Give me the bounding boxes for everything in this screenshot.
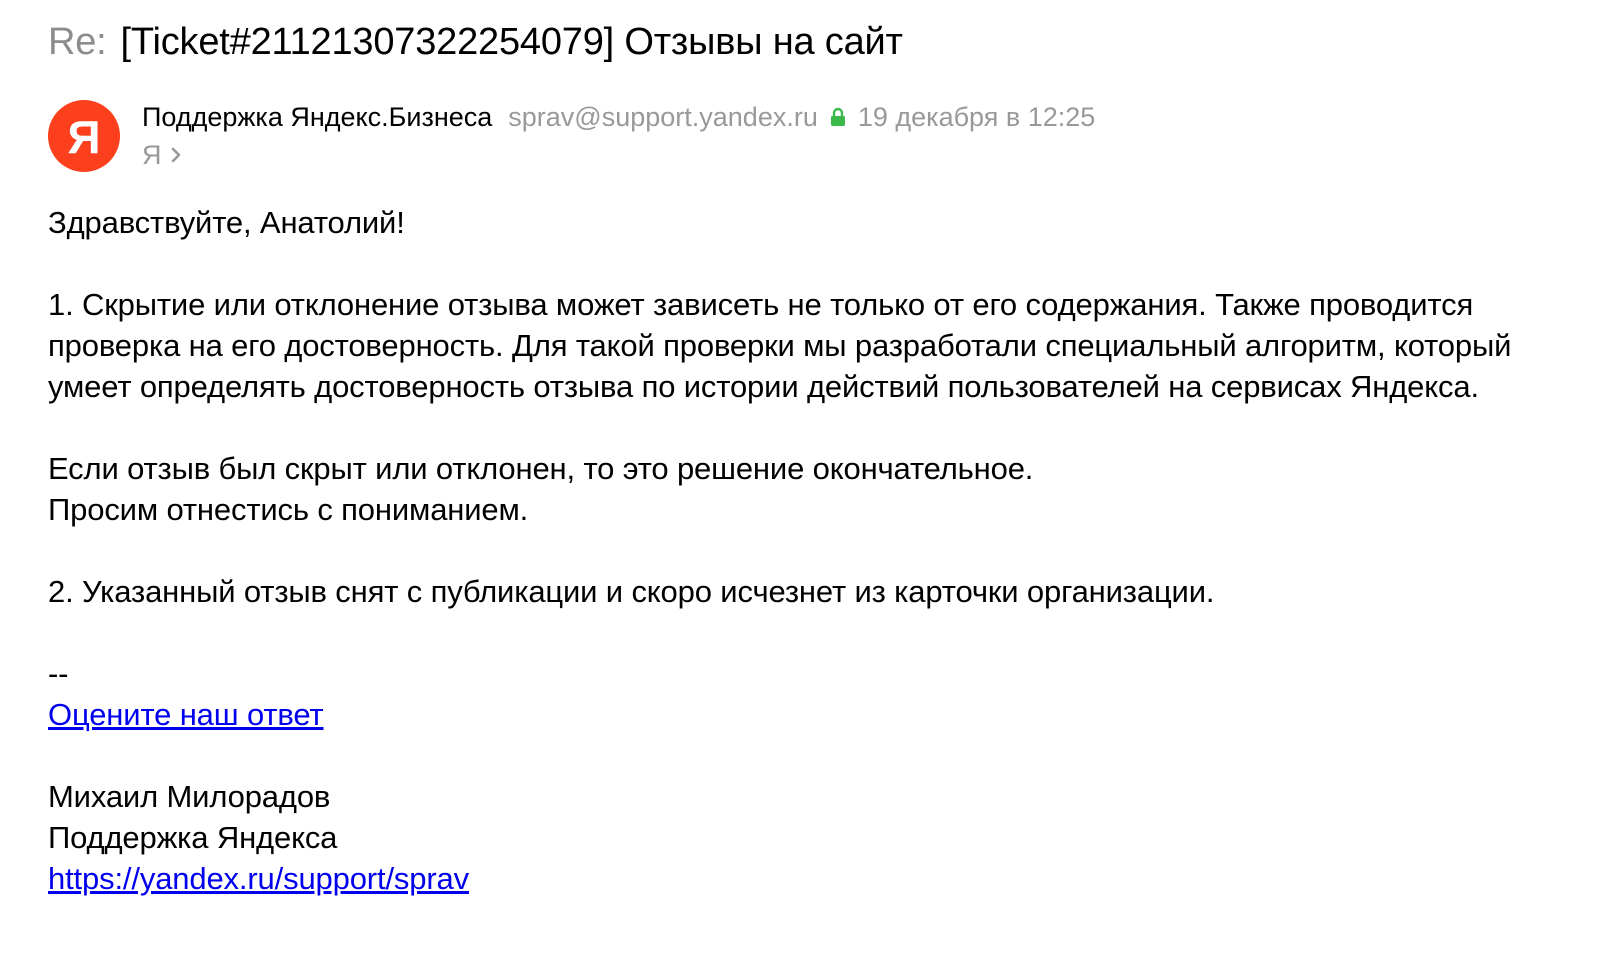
signature-name: Михаил Милорадов: [48, 779, 331, 814]
recipient-toggle[interactable]: Я: [142, 138, 182, 172]
lock-icon: [830, 107, 846, 127]
sender-email[interactable]: sprav@support.yandex.ru: [508, 102, 818, 133]
rate-answer-link[interactable]: Оцените наш ответ: [48, 697, 324, 732]
body-paragraph-1: 1. Скрытие или отклонение отзыва может з…: [48, 287, 1512, 404]
recipient-label: Я: [142, 139, 162, 170]
sender-name[interactable]: Поддержка Яндекс.Бизнеса: [142, 102, 492, 133]
sender-avatar[interactable]: Я: [48, 100, 120, 172]
body-paragraph-3: 2. Указанный отзыв снят с публикации и с…: [48, 574, 1215, 609]
sender-row: Поддержка Яндекс.Бизнеса sprav@support.y…: [142, 99, 1095, 135]
body-paragraph-2-line-2: Просим отнестись с пониманием.: [48, 492, 529, 527]
email-subject: Re: [Ticket#21121307322254079] Отзывы на …: [48, 18, 903, 66]
subject-prefix: Re:: [48, 21, 107, 63]
signature-separator: --: [48, 656, 69, 691]
greeting: Здравствуйте, Анатолий!: [48, 205, 405, 240]
email-body: Здравствуйте, Анатолий! 1. Скрытие или о…: [48, 202, 1548, 899]
support-url-link[interactable]: https://yandex.ru/support/sprav: [48, 861, 469, 896]
avatar-letter: Я: [67, 111, 101, 163]
sent-date: 19 декабря в 12:25: [857, 101, 1096, 132]
signature-team: Поддержка Яндекса: [48, 820, 338, 855]
chevron-right-icon: [170, 146, 182, 164]
subject-title: [Ticket#21121307322254079] Отзывы на сай…: [120, 21, 903, 63]
body-paragraph-2-line-1: Если отзыв был скрыт или отклонен, то эт…: [48, 451, 1034, 486]
